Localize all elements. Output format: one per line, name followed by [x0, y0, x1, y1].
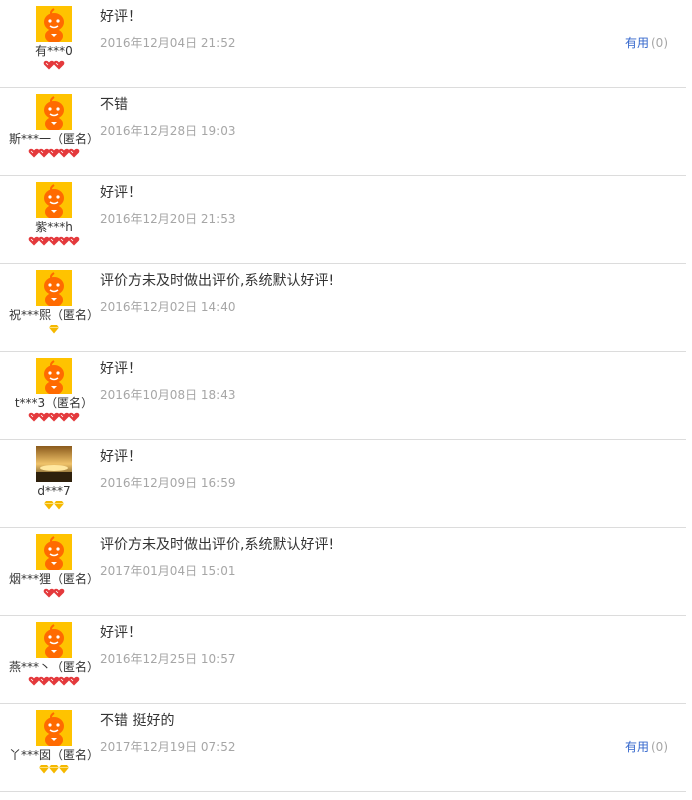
review-date: 2016年12月04日 21:52	[100, 36, 236, 50]
reviewer-rank	[0, 588, 108, 600]
yellow-diamond-icon	[59, 759, 69, 778]
red-heart-icon	[53, 55, 65, 74]
review-comment: 好评！	[100, 185, 142, 201]
review-date: 2016年12月09日 16:59	[100, 476, 236, 490]
reviewer-block: 斯***一（匿名）	[0, 94, 108, 160]
yellow-diamond-icon	[49, 319, 59, 338]
review-comment: 评价方未及时做出评价,系统默认好评!	[100, 273, 335, 289]
reviewer-block: 有***0	[0, 6, 108, 72]
reviewer-rank	[0, 500, 108, 512]
review-date: 2016年10月08日 18:43	[100, 388, 236, 402]
review-date: 2016年12月02日 14:40	[100, 300, 236, 314]
reviewer-block: 丫***囡（匿名）	[0, 710, 108, 776]
review-comment: 不错	[100, 97, 128, 113]
reviewer-block: t***3（匿名）	[0, 358, 108, 424]
review-date: 2016年12月20日 21:53	[100, 212, 236, 226]
review-item: 有***0 好评！ 2016年12月04日 21:52 有用 (0)	[0, 0, 686, 88]
reviewer-avatar-mascot-icon[interactable]	[36, 94, 72, 131]
reviewer-avatar-photo[interactable]	[36, 446, 72, 482]
reviewer-rank	[0, 236, 108, 248]
yellow-diamond-icon	[54, 495, 64, 514]
reviewer-block: 祝***熙（匿名）	[0, 270, 108, 336]
review-comment: 好评！	[100, 9, 142, 25]
reviewer-rank	[0, 764, 108, 776]
red-heart-icon	[68, 143, 80, 162]
reviewer-rank	[0, 148, 108, 160]
red-heart-icon	[68, 407, 80, 426]
review-item: d***7 好评！ 2016年12月09日 16:59	[0, 440, 686, 528]
red-heart-icon	[68, 231, 80, 250]
reviewer-avatar-mascot-icon[interactable]	[36, 534, 72, 571]
red-heart-icon	[68, 671, 80, 690]
reviewer-rank	[0, 60, 108, 72]
review-date: 2017年12月19日 07:52	[100, 740, 236, 754]
reviewer-block: 燕***丶（匿名）	[0, 622, 108, 688]
review-item: 斯***一（匿名） 不错 2016年12月28日 19:03	[0, 88, 686, 176]
useful-count: (0)	[651, 36, 668, 50]
reviewer-avatar-mascot-icon[interactable]	[36, 622, 72, 659]
useful-vote: 有用 (0)	[625, 740, 668, 754]
review-date: 2016年12月25日 10:57	[100, 652, 236, 666]
review-item: 祝***熙（匿名） 评价方未及时做出评价,系统默认好评! 2016年12月02日 1…	[0, 264, 686, 352]
reviewer-rank	[0, 676, 108, 688]
useful-button[interactable]: 有用	[625, 36, 649, 50]
review-item: 燕***丶（匿名） 好评！ 2016年12月25日 10:57	[0, 616, 686, 704]
review-item: 烟***狸（匿名） 评价方未及时做出评价,系统默认好评! 2017年01月04日 1…	[0, 528, 686, 616]
review-date: 2017年01月04日 15:01	[100, 564, 236, 578]
review-comment: 好评！	[100, 361, 142, 377]
review-date: 2016年12月28日 19:03	[100, 124, 236, 138]
review-item: 丫***囡（匿名） 不错 挺好的 2017年12月19日 07:52 有用 (0)	[0, 704, 686, 792]
review-item: 紫***h 好评！ 2016年12月20日 21:53	[0, 176, 686, 264]
review-comment: 好评！	[100, 625, 142, 641]
useful-vote: 有用 (0)	[625, 36, 668, 50]
review-comment: 不错 挺好的	[100, 713, 175, 729]
review-comment: 好评！	[100, 449, 142, 465]
red-heart-icon	[53, 583, 65, 602]
reviewer-block: 烟***狸（匿名）	[0, 534, 108, 600]
reviewer-avatar-mascot-icon[interactable]	[36, 182, 72, 219]
reviewer-block: d***7	[0, 446, 108, 512]
reviewer-block: 紫***h	[0, 182, 108, 248]
reviewer-avatar-mascot-icon[interactable]	[36, 270, 72, 307]
review-comment: 评价方未及时做出评价,系统默认好评!	[100, 537, 335, 553]
review-list: 有***0 好评！ 2016年12月04日 21:52 有用 (0) 斯***一（匿名）不…	[0, 0, 686, 792]
review-item: t***3（匿名） 好评！ 2016年10月08日 18:43	[0, 352, 686, 440]
reviewer-avatar-mascot-icon[interactable]	[36, 6, 72, 43]
useful-count: (0)	[651, 740, 668, 754]
reviewer-rank	[0, 412, 108, 424]
reviewer-avatar-mascot-icon[interactable]	[36, 358, 72, 395]
useful-button[interactable]: 有用	[625, 740, 649, 754]
reviewer-rank	[0, 324, 108, 336]
reviewer-avatar-mascot-icon[interactable]	[36, 710, 72, 747]
